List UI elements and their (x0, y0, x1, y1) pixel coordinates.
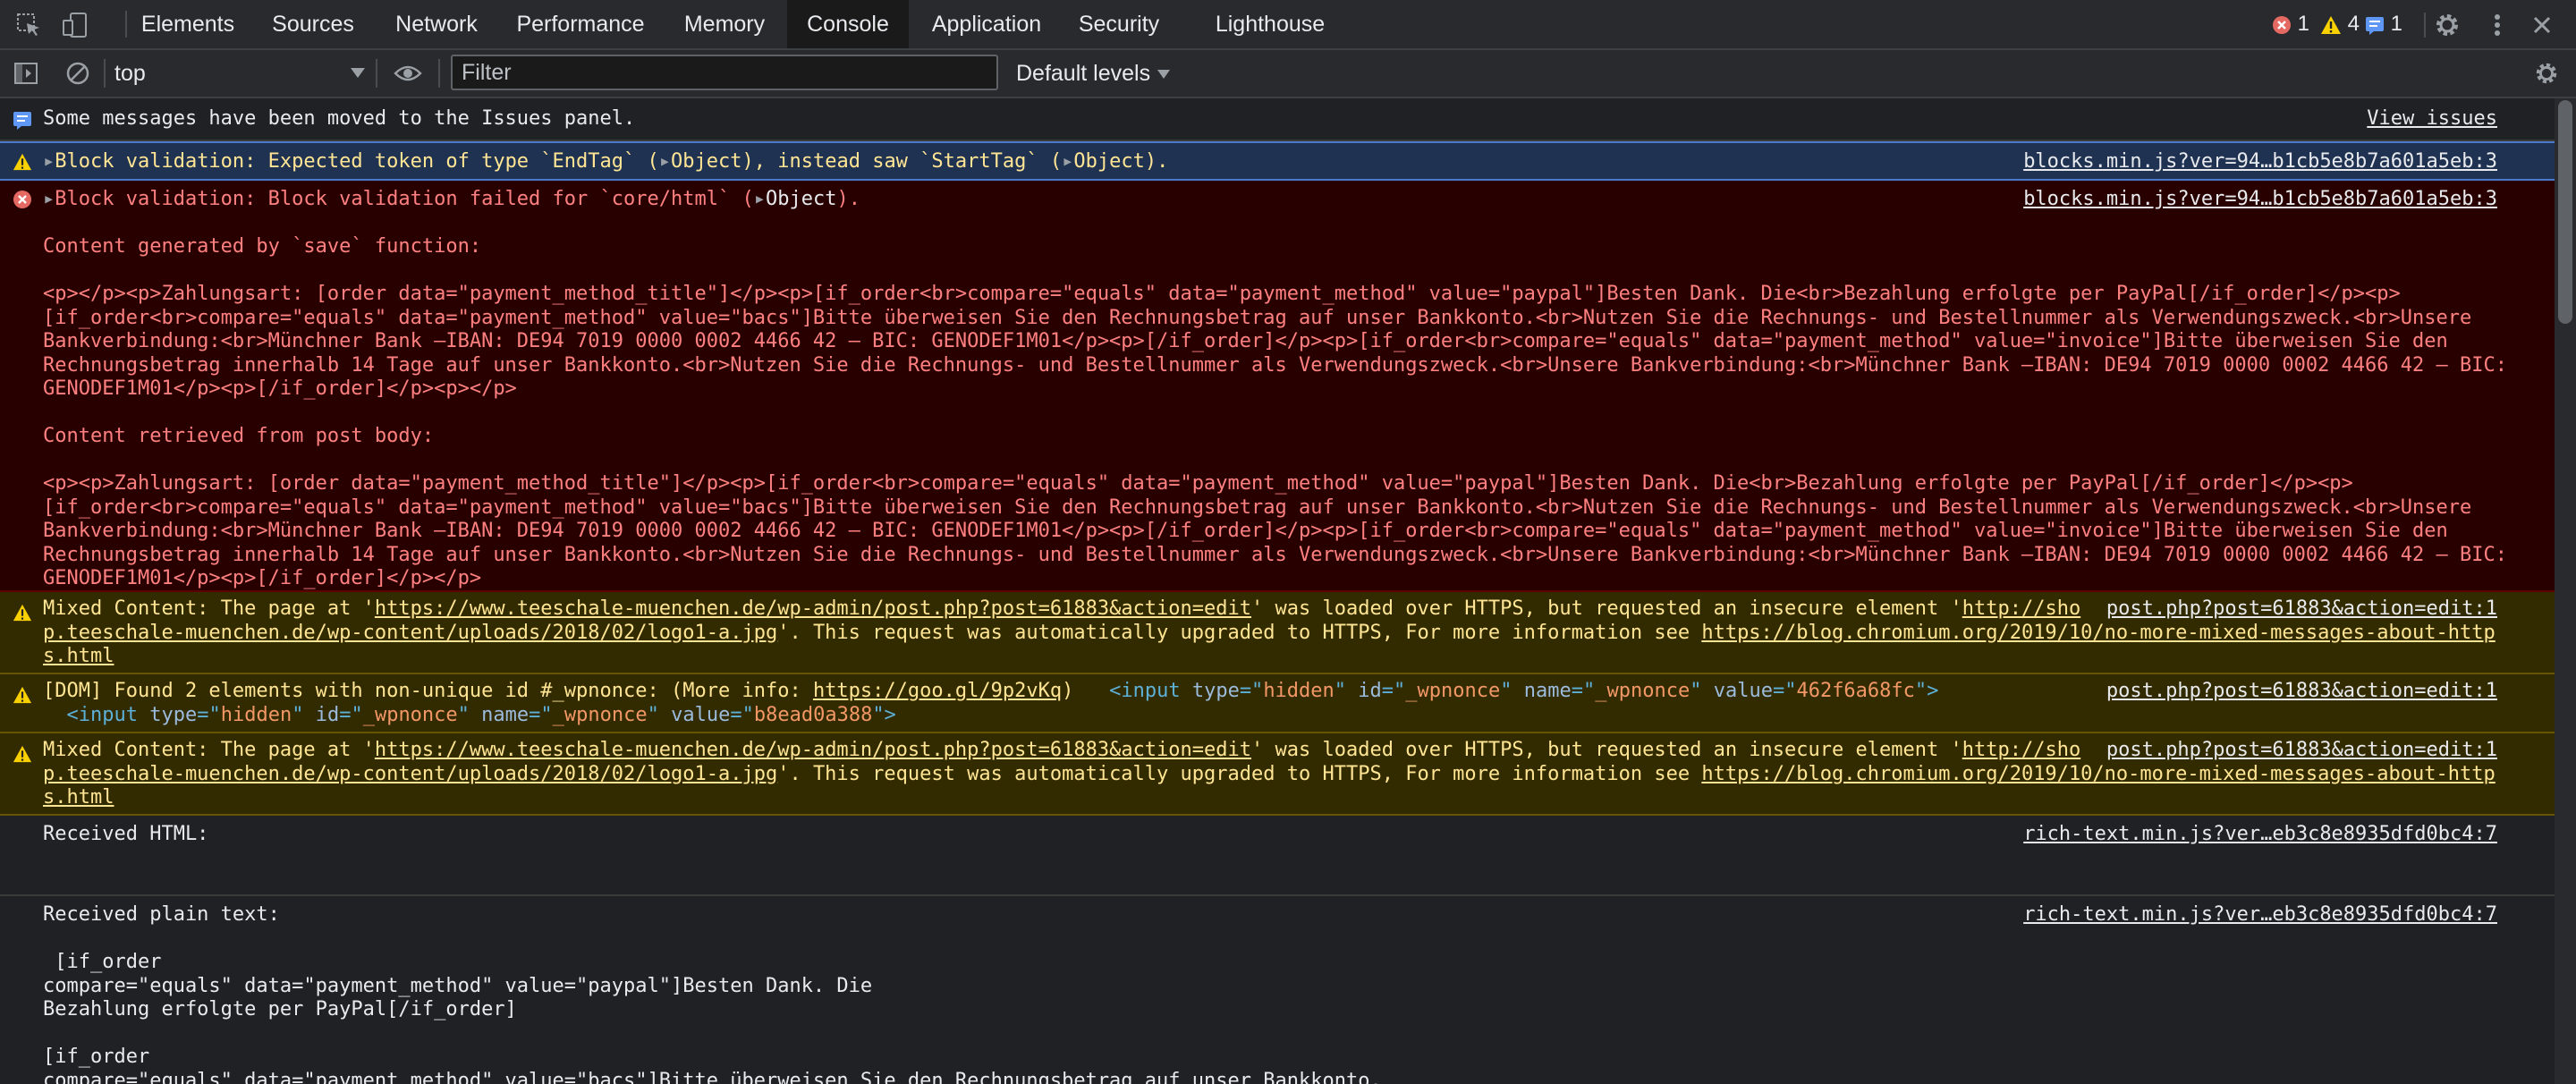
insecure-url-link[interactable]: http://sho (1962, 597, 2080, 620)
scrollbar-thumb[interactable] (2558, 100, 2572, 324)
error-icon (13, 191, 31, 208)
warning-icon (13, 686, 32, 704)
message-body: ​ [if_ordercompare="equals" data="paymen… (43, 951, 1382, 1084)
tab-memory[interactable]: Memory (673, 0, 776, 48)
inspect-icon[interactable] (14, 11, 43, 39)
info-count: 1 (2390, 12, 2403, 36)
toolbar-divider (438, 59, 440, 88)
clear-console-icon[interactable] (64, 60, 91, 87)
tab-application[interactable]: Application (919, 0, 1054, 48)
console-message-warning: [DOM] Found 2 elements with non-unique i… (0, 674, 2555, 733)
insecure-url-link[interactable]: p.teeschale-muenchen.de/wp-content/uploa… (43, 622, 777, 644)
error-count: 1 (2297, 12, 2310, 36)
message-body: ​Content generated by `save` function:​<… (43, 235, 2507, 589)
source-link[interactable]: post.php?post=61883&action=edit:1 (2095, 597, 2497, 622)
console-scrollbar[interactable] (2555, 98, 2576, 1084)
toolbar-divider (125, 11, 127, 38)
info-url-link[interactable]: https://blog.chromium.org/2019/10/no-mor… (1701, 763, 2495, 785)
tab-network[interactable]: Network (383, 0, 490, 48)
more-vertical-icon[interactable] (2483, 11, 2512, 39)
info-url-link[interactable]: https://blog.chromium.org/2019/10/no-mor… (1701, 622, 2495, 644)
warning-icon (2321, 15, 2341, 34)
source-link[interactable]: rich-text.min.js?ver…eb3c8e8935dfd0bc4:7 (2023, 903, 2497, 927)
message-text: [DOM] Found 2 elements with non-unique i… (43, 680, 1939, 726)
message-text: ▸Block validation: Expected token of typ… (43, 150, 1169, 173)
message-text: ▸Block validation: Block validation fail… (43, 188, 2507, 589)
page-url-link[interactable]: https://www.teeschale-muenchen.de/wp-adm… (375, 597, 1251, 620)
context-selector[interactable]: top (114, 55, 365, 91)
insecure-url-link[interactable]: http://sho (1962, 739, 2080, 761)
tab-lighthouse[interactable]: Lighthouse (1208, 0, 1333, 48)
device-toggle-icon[interactable] (61, 11, 89, 39)
source-link[interactable]: blocks.min.js?ver=94…b1cb5e8b7a601a5eb:3 (2023, 188, 2497, 212)
expand-triangle-icon[interactable]: ▸ (43, 188, 55, 210)
expand-triangle-icon[interactable]: ▸ (1062, 150, 1073, 173)
console-toolbar: top Default levels (0, 50, 2576, 98)
console-messages[interactable]: Some messages have been moved to the Iss… (0, 98, 2555, 1084)
warning-icon (13, 745, 32, 763)
eye-icon[interactable] (394, 61, 422, 86)
log-levels-dropdown[interactable]: Default levels (1016, 55, 1171, 91)
tab-sources[interactable]: Sources (259, 0, 367, 48)
console-message-warning: Mixed Content: The page at 'https://www.… (0, 592, 2555, 674)
insecure-url-link[interactable]: p.teeschale-muenchen.de/wp-content/uploa… (43, 763, 777, 785)
console-message-error: ▸Block validation: Block validation fail… (0, 181, 2555, 592)
warning-icon (13, 153, 32, 171)
console-settings-icon[interactable] (2533, 60, 2560, 87)
dom-node-preview[interactable]: <input type="hidden" id="_wpnonce" name=… (67, 704, 896, 726)
devtools-tab-bar: Elements Sources Network Performance Mem… (0, 0, 2576, 50)
chevron-down-icon (351, 68, 365, 78)
info-count-badge[interactable]: 1 (2365, 12, 2402, 37)
settings-gear-icon[interactable] (2433, 11, 2462, 39)
error-icon (2273, 15, 2291, 34)
filter-input[interactable] (451, 55, 998, 90)
console-message-info: Some messages have been moved to the Iss… (0, 98, 2555, 141)
source-link[interactable]: post.php?post=61883&action=edit:1 (2095, 680, 2497, 704)
context-value: top (114, 61, 146, 86)
source-link[interactable]: post.php?post=61883&action=edit:1 (2095, 739, 2497, 763)
console-message-log: Received plain text:​ [if_ordercompare="… (0, 896, 2555, 1084)
expand-triangle-icon[interactable]: ▸ (659, 150, 671, 173)
warning-count: 4 (2347, 12, 2360, 36)
page-url-link[interactable]: https://www.teeschale-muenchen.de/wp-adm… (375, 739, 1251, 761)
tab-elements[interactable]: Elements (132, 0, 243, 48)
source-link[interactable]: rich-text.min.js?ver…eb3c8e8935dfd0bc4:7 (2023, 823, 2497, 847)
object-preview[interactable]: Object (766, 188, 836, 210)
tab-console[interactable]: Console (787, 0, 909, 48)
info-icon (13, 112, 31, 130)
message-text: Some messages have been moved to the Iss… (43, 107, 636, 130)
error-count-badge[interactable]: 1 (2272, 12, 2309, 37)
source-link[interactable]: blocks.min.js?ver=94…b1cb5e8b7a601a5eb:3 (2023, 150, 2497, 174)
object-preview[interactable]: Object (671, 150, 741, 173)
console-message-log: Received HTML: rich-text.min.js?ver…eb3c… (0, 816, 2555, 896)
info-url-link[interactable]: s.html (43, 645, 114, 667)
console-message-warning[interactable]: ▸Block validation: Expected token of typ… (0, 141, 2555, 181)
tab-security[interactable]: Security (1068, 0, 1170, 48)
close-devtools-icon[interactable] (2528, 11, 2556, 39)
tab-performance[interactable]: Performance (506, 0, 655, 48)
chevron-down-icon (1157, 70, 1171, 80)
console-message-warning: Mixed Content: The page at 'https://www.… (0, 733, 2555, 816)
expand-triangle-icon[interactable]: ▸ (43, 150, 55, 173)
dom-node-preview[interactable]: <input type="hidden" id="_wpnonce" name=… (1109, 680, 1938, 702)
more-info-link[interactable]: https://goo.gl/9p2vKq (813, 680, 1062, 702)
info-icon (2366, 16, 2384, 35)
log-levels-label: Default levels (1016, 61, 1151, 86)
view-issues-link[interactable]: View issues (2367, 107, 2497, 131)
toolbar-divider (2424, 13, 2426, 38)
warning-icon (13, 604, 32, 622)
toolbar-divider (104, 59, 106, 88)
toolbar-divider (376, 59, 377, 88)
message-text: Received plain text:​ [if_ordercompare="… (43, 903, 1382, 1084)
object-preview[interactable]: Object (1073, 150, 1144, 173)
message-text: Received HTML: (43, 823, 209, 845)
sidebar-toggle-icon[interactable] (13, 60, 39, 87)
expand-triangle-icon[interactable]: ▸ (754, 188, 766, 210)
info-url-link[interactable]: s.html (43, 786, 114, 809)
warning-count-badge[interactable]: 4 (2320, 12, 2360, 37)
